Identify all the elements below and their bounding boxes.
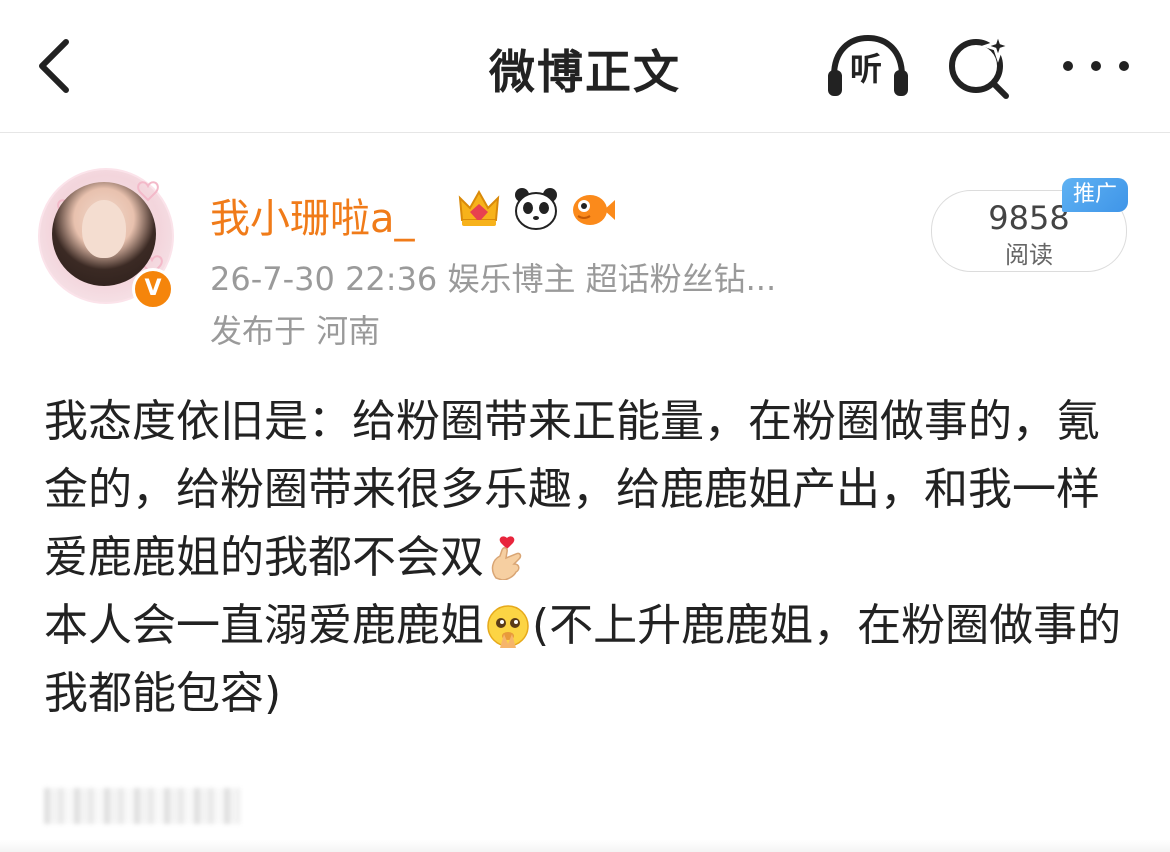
- post-meta: 26-7-30 22:36 娱乐博主 超话粉丝钻...: [210, 260, 777, 298]
- listen-label: 听: [850, 50, 883, 88]
- bottom-divider: [0, 840, 1170, 852]
- pleading-face-emoji-icon: [486, 600, 530, 648]
- finger-heart-emoji-icon: [486, 532, 530, 581]
- post-text-line1: 我态度依旧是：给粉圈带来正能量，在粉圈做事的，氪金的，给粉圈带来很多乐趣，给鹿鹿…: [44, 396, 1100, 583]
- fish-badge-icon[interactable]: [570, 186, 616, 232]
- post-body: 我态度依旧是：给粉圈带来正能量，在粉圈做事的，氪金的，给粉圈带来很多乐趣，给鹿鹿…: [44, 388, 1124, 728]
- verified-badge-icon: V: [132, 268, 174, 310]
- promo-tag: 推广: [1062, 178, 1128, 212]
- panda-badge-icon[interactable]: [513, 186, 559, 232]
- blurred-content-stub: [44, 788, 240, 824]
- top-nav-bar: 微博正文 听: [0, 0, 1170, 133]
- more-dots-icon[interactable]: [1058, 44, 1134, 88]
- search-sparkle-icon: [949, 29, 1015, 99]
- search-button[interactable]: [944, 29, 1020, 100]
- post-text-line2a: 本人会一直溺爱鹿鹿姐: [44, 600, 484, 651]
- avatar[interactable]: V: [38, 168, 174, 310]
- author-badges: [456, 186, 622, 236]
- read-label: 阅读: [1005, 241, 1053, 269]
- listen-button[interactable]: 听: [826, 32, 910, 98]
- avatar-photo: [52, 182, 156, 286]
- crown-badge-icon[interactable]: [456, 186, 502, 232]
- post-location: 发布于 河南: [210, 312, 381, 350]
- author-name[interactable]: 我小珊啦a_: [210, 186, 415, 244]
